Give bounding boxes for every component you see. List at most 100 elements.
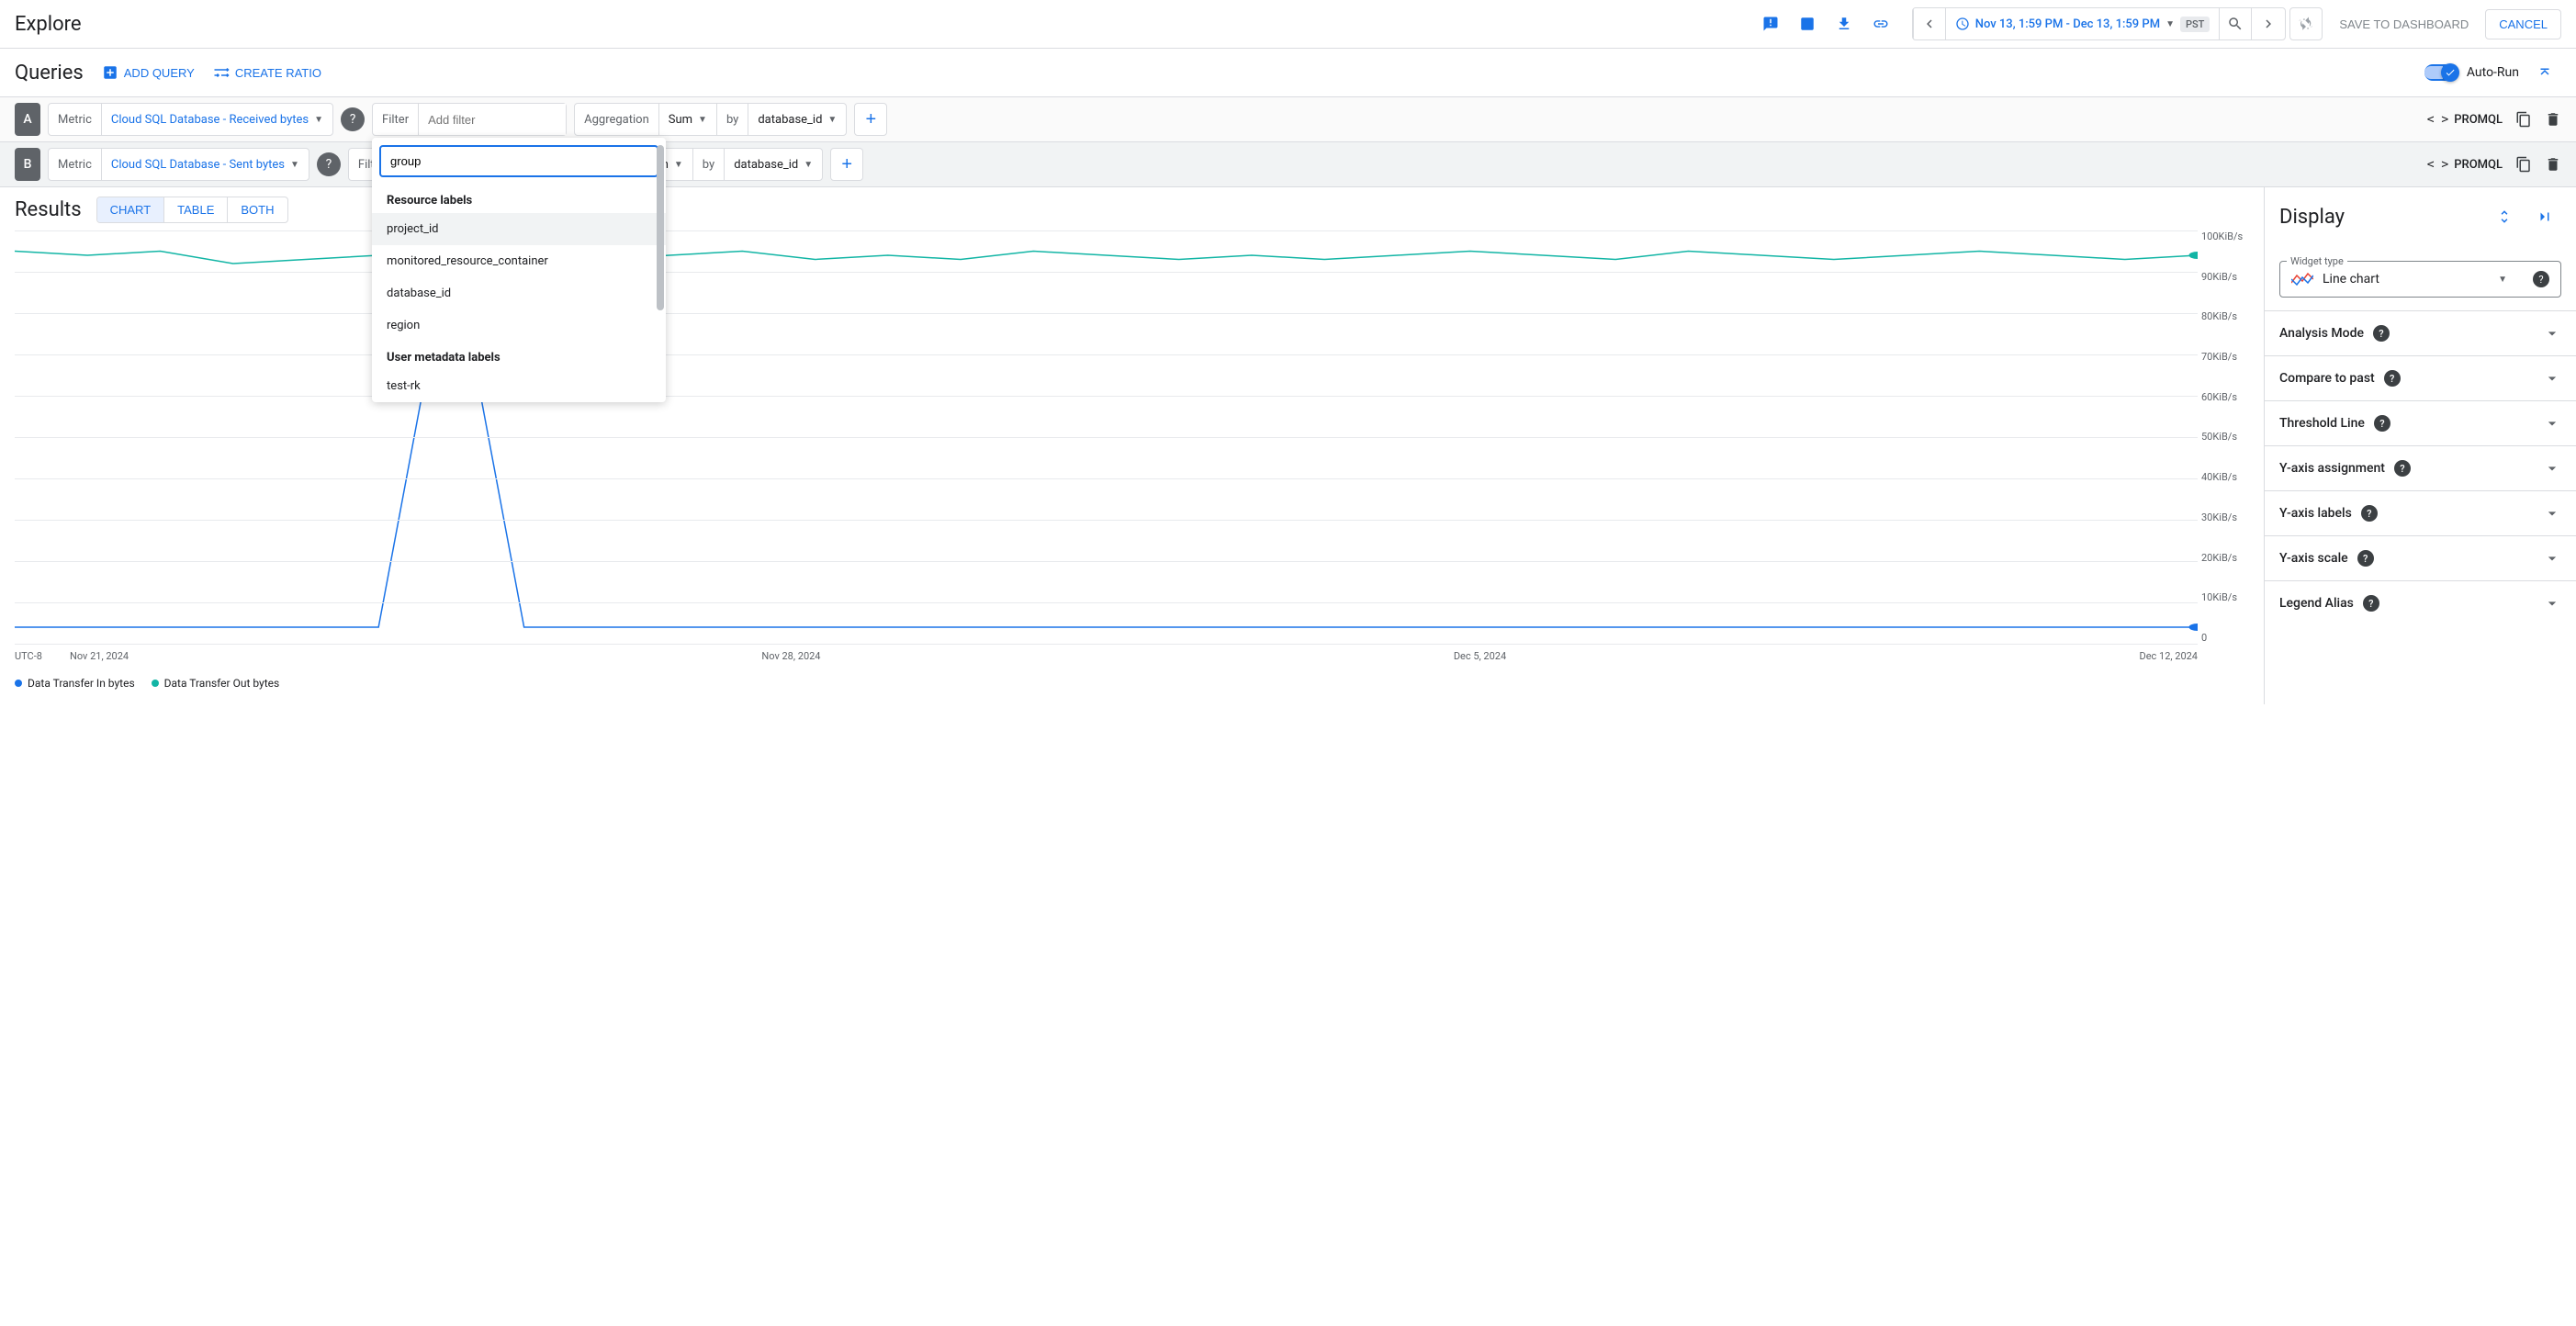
help-icon[interactable]: ?: [2384, 370, 2401, 387]
time-prev-button[interactable]: [1913, 8, 1946, 39]
aggregation-value[interactable]: Sum ▼: [659, 113, 716, 127]
y-tick-label: 0: [2201, 632, 2249, 644]
time-range-picker[interactable]: Nov 13, 1:59 PM - Dec 13, 1:59 PM ▼ PST: [1912, 7, 2287, 40]
display-title: Display: [2279, 206, 2345, 229]
cancel-button[interactable]: CANCEL: [2485, 9, 2561, 39]
panel-section-legend-alias[interactable]: Legend Alias?: [2265, 580, 2576, 625]
scrollbar[interactable]: [657, 145, 664, 310]
collapse-icon[interactable]: [2528, 56, 2561, 89]
time-range-center[interactable]: Nov 13, 1:59 PM - Dec 13, 1:59 PM ▼ PST: [1946, 17, 2220, 32]
code-icon[interactable]: [1791, 7, 1824, 40]
widget-type-label: Widget type: [2287, 255, 2347, 267]
filter-search-input[interactable]: [379, 145, 658, 177]
dropdown-item[interactable]: project_id: [372, 213, 666, 245]
dropdown-item[interactable]: monitored_resource_container: [372, 245, 666, 277]
download-icon[interactable]: [1828, 7, 1861, 40]
help-icon[interactable]: ?: [317, 152, 341, 176]
help-icon[interactable]: ?: [2373, 325, 2390, 342]
x-tick-label: Dec 12, 2024: [2139, 650, 2198, 662]
promql-button[interactable]: < > PROMQL: [2427, 113, 2503, 127]
legend-dot: [152, 680, 159, 687]
y-tick-label: 90KiB/s: [2201, 271, 2249, 283]
help-icon[interactable]: ?: [2363, 595, 2379, 612]
chevron-down-icon: [2543, 324, 2561, 343]
comment-icon[interactable]: [1754, 7, 1787, 40]
help-icon[interactable]: ?: [2394, 460, 2411, 477]
plus-box-icon: [102, 64, 118, 81]
copy-icon[interactable]: [2515, 111, 2532, 128]
results-title: Results: [15, 198, 82, 221]
filter-label: Filter: [373, 104, 419, 135]
delete-icon[interactable]: [2545, 156, 2561, 173]
panel-section-y-axis-assignment[interactable]: Y-axis assignment?: [2265, 445, 2576, 490]
chart[interactable]: 100KiB/s90KiB/s80KiB/s70KiB/s60KiB/s50Ki…: [15, 230, 2249, 671]
queries-title: Queries: [15, 62, 84, 84]
delete-icon[interactable]: [2545, 111, 2561, 128]
legend-item[interactable]: Data Transfer Out bytes: [152, 677, 280, 690]
by-value[interactable]: database_id ▼: [725, 158, 822, 172]
time-search-button[interactable]: [2219, 8, 2252, 39]
metric-segment[interactable]: Metric Cloud SQL Database - Sent bytes ▼: [48, 148, 309, 181]
caret-down-icon: ▼: [2498, 275, 2507, 285]
filter-input[interactable]: [419, 104, 566, 135]
time-next-button[interactable]: [2252, 8, 2285, 39]
create-ratio-label: CREATE RATIO: [235, 66, 321, 80]
dropdown-item[interactable]: test-rk: [372, 370, 666, 402]
sync-off-icon[interactable]: [2289, 7, 2323, 40]
add-filter-button[interactable]: +: [830, 148, 863, 181]
y-tick-label: 100KiB/s: [2201, 230, 2249, 242]
autorun-toggle[interactable]: [2424, 64, 2458, 81]
help-icon[interactable]: ?: [2374, 415, 2390, 432]
query-badge: A: [15, 103, 40, 136]
chevron-down-icon: [2543, 369, 2561, 388]
dropdown-item[interactable]: database_id: [372, 277, 666, 309]
by-value[interactable]: database_id ▼: [748, 113, 846, 127]
legend-dot: [15, 680, 22, 687]
section-label: Y-axis labels: [2279, 506, 2352, 521]
metric-label: Metric: [49, 149, 102, 180]
section-label: Analysis Mode: [2279, 326, 2364, 341]
help-icon[interactable]: ?: [341, 107, 365, 131]
section-label: Compare to past: [2279, 371, 2375, 386]
section-label: Y-axis scale: [2279, 551, 2348, 566]
view-table[interactable]: TABLE: [163, 197, 227, 222]
view-chart[interactable]: CHART: [97, 197, 164, 222]
collapse-right-icon[interactable]: [2528, 200, 2561, 233]
clock-icon: [1955, 17, 1970, 31]
metric-label: Metric: [49, 104, 102, 135]
query-badge: B: [15, 148, 40, 181]
add-query-button[interactable]: ADD QUERY: [102, 64, 195, 81]
panel-section-y-axis-labels[interactable]: Y-axis labels?: [2265, 490, 2576, 535]
autorun-label: Auto-Run: [2467, 65, 2519, 80]
help-icon[interactable]: ?: [2533, 271, 2549, 287]
y-tick-label: 50KiB/s: [2201, 431, 2249, 443]
metric-segment[interactable]: Metric Cloud SQL Database - Received byt…: [48, 103, 333, 136]
create-ratio-button[interactable]: CREATE RATIO: [213, 65, 321, 80]
help-icon[interactable]: ?: [2357, 550, 2374, 567]
x-tick-label: Dec 5, 2024: [1454, 650, 1506, 662]
filter-dropdown[interactable]: Resource labelsproject_idmonitored_resou…: [372, 138, 666, 402]
dropdown-item[interactable]: region: [372, 309, 666, 342]
panel-section-y-axis-scale[interactable]: Y-axis scale?: [2265, 535, 2576, 580]
aggregation-label: Aggregation: [575, 104, 659, 135]
legend-item[interactable]: Data Transfer In bytes: [15, 677, 135, 690]
promql-button[interactable]: < > PROMQL: [2427, 158, 2503, 172]
caret-down-icon: ▼: [2165, 19, 2175, 29]
panel-section-threshold-line[interactable]: Threshold Line?: [2265, 400, 2576, 445]
metric-value[interactable]: Cloud SQL Database - Received bytes ▼: [102, 113, 332, 127]
help-icon[interactable]: ?: [2361, 505, 2378, 522]
dropdown-section-header: Resource labels: [372, 185, 666, 213]
x-tick-label: Nov 28, 2024: [761, 650, 820, 662]
panel-section-compare-to-past[interactable]: Compare to past?: [2265, 355, 2576, 400]
aggregation-segment[interactable]: Aggregation Sum ▼ by database_id ▼: [574, 103, 847, 136]
link-icon[interactable]: [1864, 7, 1897, 40]
panel-section-analysis-mode[interactable]: Analysis Mode?: [2265, 310, 2576, 355]
expand-vertical-icon[interactable]: [2488, 200, 2521, 233]
filter-segment[interactable]: Filter: [372, 103, 567, 136]
legend-label: Data Transfer Out bytes: [164, 677, 280, 690]
add-filter-button[interactable]: +: [854, 103, 887, 136]
save-to-dashboard-button[interactable]: SAVE TO DASHBOARD: [2326, 10, 2481, 39]
metric-value[interactable]: Cloud SQL Database - Sent bytes ▼: [102, 158, 309, 172]
copy-icon[interactable]: [2515, 156, 2532, 173]
view-both[interactable]: BOTH: [227, 197, 287, 222]
